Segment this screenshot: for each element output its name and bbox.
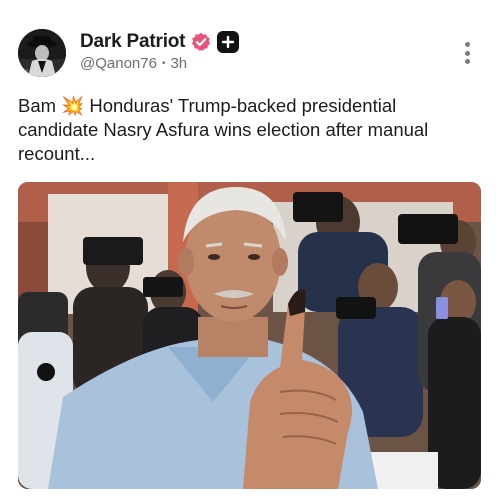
more-options-icon[interactable] xyxy=(458,40,476,66)
verified-badge-icon xyxy=(191,32,211,52)
avatar-image xyxy=(18,29,66,77)
post-photo xyxy=(18,182,481,489)
post-text: Bam 💥 Honduras' Trump-backed presidentia… xyxy=(18,95,429,164)
more-options-dot xyxy=(464,42,470,47)
avatar[interactable] xyxy=(18,29,66,77)
post-timestamp: 3h xyxy=(170,55,188,72)
author-handle[interactable]: @Qanon76 xyxy=(80,55,157,72)
author-display-name[interactable]: Dark Patriot xyxy=(80,31,186,53)
post-card[interactable]: Dark Patriot @Qanon76 • 3h Bam 💥 Hondura… xyxy=(0,0,500,500)
post-image[interactable] xyxy=(18,182,481,489)
author-meta-row: @Qanon76 • 3h xyxy=(80,55,187,72)
meta-separator: • xyxy=(161,58,166,69)
more-options-dot xyxy=(464,59,470,64)
author-name-row: Dark Patriot xyxy=(80,30,240,54)
plus-badge-icon xyxy=(217,31,240,53)
more-options-dot xyxy=(464,50,470,56)
